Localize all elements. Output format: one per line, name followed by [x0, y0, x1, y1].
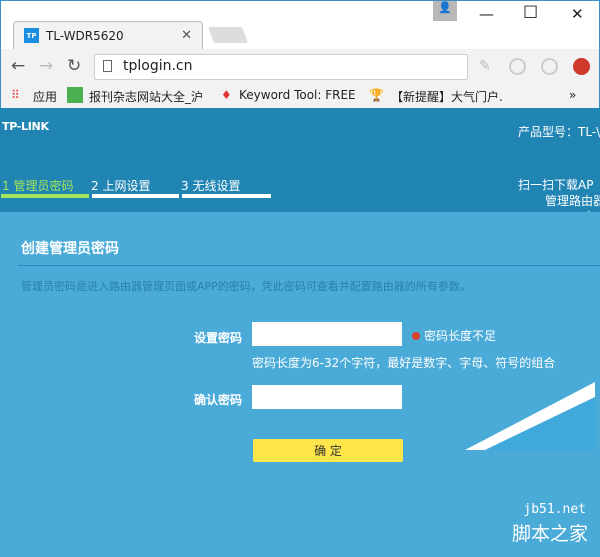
bookmark-item[interactable]: 【新提醒】大气门户.: [391, 88, 503, 105]
url-text: tplogin.cn: [123, 58, 193, 74]
step-internet-settings: 2 上网设置: [91, 179, 151, 193]
bookmark-favicon-icon: [67, 87, 83, 103]
watermark-logo: [465, 382, 595, 450]
minimize-button[interactable]: —: [479, 5, 494, 23]
product-model: 产品型号：TL-\: [518, 125, 600, 139]
confirm-password-label: 确认密码: [194, 393, 243, 407]
close-tab-icon[interactable]: ✕: [181, 28, 192, 43]
bookmark-favicon-icon: 🏆: [369, 88, 384, 102]
step-progress: [182, 194, 271, 198]
bookmarks-bar: ⠿ 应用 报刊杂志网站大全_沪 ♦ Keyword Tool: FREE 🏆 【…: [1, 83, 599, 109]
apps-icon[interactable]: ⠿: [11, 88, 20, 102]
tp-link-favicon-icon: TP: [24, 28, 39, 43]
divider: [18, 265, 600, 266]
close-window-button[interactable]: ✕: [571, 5, 584, 23]
title-bar: TP TL-WDR5620 ✕ 👤 — ☐ ✕: [1, 1, 599, 49]
toolbar: ← → ↻ tplogin.cn ✎: [1, 49, 599, 83]
new-tab-button[interactable]: [208, 27, 248, 43]
tab-title: TL-WDR5620: [46, 28, 124, 43]
password-error: 密码长度不足: [412, 327, 496, 344]
app-download-text: 扫一扫下载AP: [518, 178, 594, 192]
panel-title: 创建管理员密码: [21, 241, 119, 257]
browser-tab[interactable]: TP TL-WDR5620 ✕: [13, 21, 203, 49]
bookmark-favicon-icon: ♦: [221, 88, 232, 102]
watermark-site: jb51.net: [523, 502, 586, 517]
panel-description: 管理员密码是进入路由器管理页面或APP的密码，凭此密码可查看并配置路由器的所有参…: [21, 280, 471, 293]
forward-icon[interactable]: →: [39, 56, 53, 76]
password-input[interactable]: [252, 322, 402, 346]
bookmark-item[interactable]: Keyword Tool: FREE: [239, 88, 356, 102]
browser-chrome: TP TL-WDR5620 ✕ 👤 — ☐ ✕ ← → ↻ tplogin.cn…: [0, 0, 600, 108]
confirm-password-input[interactable]: [252, 385, 402, 409]
bookmark-item[interactable]: 报刊杂志网站大全_沪: [89, 88, 203, 105]
confirm-button[interactable]: 确 定: [253, 439, 403, 462]
bookmark-apps[interactable]: 应用: [33, 88, 57, 105]
tp-link-logo: TP-LINK: [2, 120, 49, 133]
router-header: TP-LINK 产品型号：TL-\ 1 管理员密码 2 上网设置 3 无线设置 …: [0, 108, 600, 212]
create-password-panel: 创建管理员密码 管理员密码是进入路由器管理页面或APP的密码，凭此密码可查看并配…: [0, 212, 600, 557]
upload-extension-icon[interactable]: [573, 58, 590, 75]
more-bookmarks-icon[interactable]: »: [569, 88, 576, 102]
back-icon[interactable]: ←: [11, 56, 25, 76]
user-profile-icon[interactable]: 👤: [433, 1, 457, 21]
app-download-text: 管理路由器: [545, 194, 600, 208]
step-admin-password: 1 管理员密码: [2, 179, 74, 193]
extension-icon[interactable]: ✎: [479, 58, 491, 74]
password-hint: 密码长度为6-32个字符，最好是数字、字母、符号的组合: [252, 356, 556, 370]
step-progress-active: [1, 194, 89, 198]
step-wireless-settings: 3 无线设置: [181, 179, 241, 193]
watermark-name: 脚本之家: [511, 523, 588, 545]
address-bar[interactable]: tplogin.cn: [94, 54, 468, 80]
password-label: 设置密码: [194, 331, 243, 345]
extension-icon[interactable]: [541, 58, 558, 75]
maximize-button[interactable]: ☐: [523, 3, 538, 23]
error-icon: [412, 331, 420, 340]
reload-icon[interactable]: ↻: [67, 56, 81, 76]
page-icon: [103, 60, 112, 72]
step-progress: [92, 194, 179, 198]
error-text: 密码长度不足: [424, 329, 497, 343]
extension-icon[interactable]: [509, 58, 526, 75]
